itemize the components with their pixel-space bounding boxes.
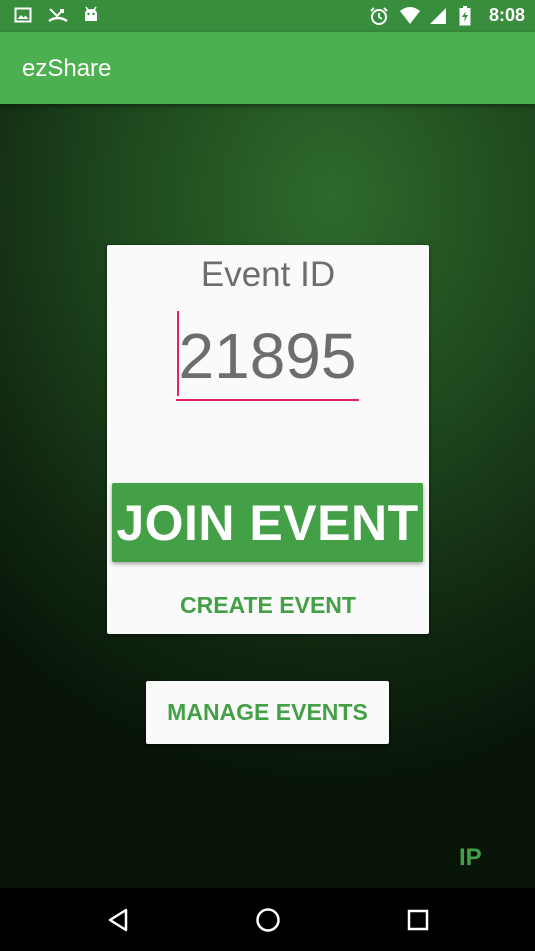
status-bar: 8:08: [0, 0, 535, 32]
back-icon[interactable]: [102, 904, 134, 936]
navigation-bar: [0, 888, 535, 951]
main-content: Event ID 21895 JOIN EVENT CREATE EVENT M…: [0, 104, 535, 888]
join-event-button[interactable]: JOIN EVENT: [112, 483, 423, 562]
event-id-underline: [176, 399, 359, 401]
image-icon: [14, 6, 34, 26]
wifi-icon: [399, 6, 420, 26]
status-right-icons: 8:08: [369, 5, 525, 26]
status-left-icons: [14, 6, 102, 26]
join-event-card: Event ID 21895 JOIN EVENT CREATE EVENT: [107, 245, 429, 634]
event-id-input[interactable]: 21895: [176, 321, 359, 391]
signal-icon: [429, 6, 449, 26]
android-icon: [82, 6, 102, 26]
app-bar: ezShare: [0, 32, 535, 104]
ip-button[interactable]: IP: [459, 844, 482, 872]
create-event-button[interactable]: CREATE EVENT: [107, 585, 429, 625]
recents-icon[interactable]: [402, 904, 434, 936]
alarm-icon: [369, 6, 389, 26]
missed-call-icon: [48, 6, 68, 26]
manage-events-button[interactable]: MANAGE EVENTS: [146, 681, 389, 744]
app-title: ezShare: [22, 55, 112, 82]
event-id-field[interactable]: 21895: [176, 307, 359, 403]
event-id-label: Event ID: [200, 255, 336, 294]
status-time: 8:08: [488, 5, 525, 25]
home-icon[interactable]: [252, 904, 284, 936]
battery-icon: [459, 5, 479, 26]
